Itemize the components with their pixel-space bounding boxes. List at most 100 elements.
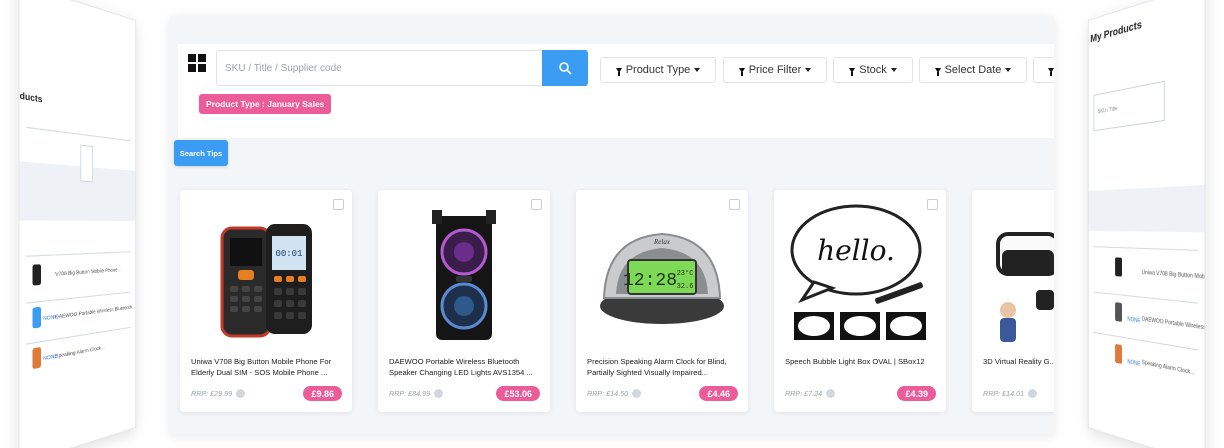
product-title[interactable]: 3D Virtual Reality G... Smartphone — [983, 356, 1054, 367]
rrp-text: RRP: £29.99 — [191, 389, 233, 398]
left-panel-band — [19, 161, 136, 221]
right-badge-2: NONE — [1127, 358, 1141, 368]
price-badge: £4.39 — [897, 386, 936, 401]
grid-cell — [198, 64, 206, 72]
right-panel-search: SKU / Title — [1093, 80, 1165, 132]
select-checkbox[interactable] — [729, 199, 740, 210]
product-card[interactable]: 00:01 Uniwa V708 Big Button Mobile Phone… — [180, 190, 352, 412]
product-card[interactable]: 3D Virtual Reality G... Smartphone RRP: … — [972, 190, 1054, 412]
select-checkbox[interactable] — [333, 199, 344, 210]
clock-time: 12:28 — [623, 271, 677, 291]
left-panel-title: ducts — [19, 90, 43, 105]
rrp-text: RRP: £14.01 — [983, 389, 1025, 398]
product-title[interactable]: Precision Speaking Alarm Clock for Blind… — [587, 356, 739, 378]
filter-bar: Product Type Price Filter Stock Select D… — [178, 44, 1054, 138]
rrp-price: RRP: £7.24 — [785, 389, 836, 398]
right-search-placeholder: SKU / Title — [1097, 105, 1118, 116]
grid-view-icon[interactable] — [188, 54, 206, 72]
grid-cell — [188, 54, 196, 62]
select-checkbox[interactable] — [531, 199, 542, 210]
rrp-price: RRP: £29.99 — [191, 389, 246, 398]
price-badge: £4.46 — [699, 386, 738, 401]
left-row-text-1: V708 Big Button Mobile Phone... — [55, 266, 121, 279]
right-thumb-3 — [1115, 343, 1123, 365]
right-panel-band — [1088, 184, 1205, 233]
more-filter-button[interactable] — [1033, 57, 1054, 83]
left-row-text-2: DAEWOO Portable Wireless Bluetooth... — [55, 304, 136, 321]
phone-screen-time: 00:01 — [275, 249, 302, 259]
caret-down-icon — [694, 68, 701, 72]
right-preview-panel: My Products SKU / Title Uniwa V708 Big B… — [1088, 0, 1206, 448]
filter-icon — [934, 67, 941, 76]
product-card[interactable]: Relax 12:28 23°C 32.6 Precision Speaking… — [576, 190, 748, 412]
right-divider-2 — [1093, 291, 1198, 304]
caret-down-icon — [1005, 68, 1012, 72]
speech-bubble-lightbox-image: hello. — [790, 204, 926, 340]
left-badge-1: NONE — [43, 313, 58, 323]
filter-icon — [849, 67, 856, 76]
clock-temperature: 23°C — [677, 269, 694, 278]
rrp-price: RRP: £14.50 — [587, 389, 642, 398]
right-thumb-2 — [1115, 302, 1123, 322]
select-date-filter-button[interactable]: Select Date — [919, 57, 1027, 83]
info-icon[interactable] — [236, 389, 246, 398]
filter-icon — [1048, 67, 1054, 76]
left-thumb-2 — [32, 306, 41, 329]
left-divider-3 — [26, 291, 131, 304]
alarm-clock-image: Relax 12:28 23°C 32.6 — [600, 232, 724, 324]
rrp-text: RRP: £14.50 — [587, 389, 629, 398]
rrp-text: RRP: £7.24 — [785, 389, 823, 398]
caret-down-icon — [805, 68, 812, 72]
right-row-text-2: DAEWOO Portable Wireless... — [1141, 316, 1206, 333]
left-row-text-3: Speaking Alarm Clock... — [55, 344, 105, 361]
caret-down-icon — [890, 68, 897, 72]
product-search-panel: Product Type Price Filter Stock Select D… — [170, 16, 1054, 434]
left-preview-panel: ducts V708 Big Button Mobile Phone... DA… — [18, 0, 137, 448]
product-card[interactable]: DAEWOO Portable Wireless Bluetooth Speak… — [378, 190, 550, 412]
right-row-text-3: Speaking Alarm Clock... — [1141, 359, 1195, 377]
info-icon[interactable] — [632, 389, 642, 398]
search-button[interactable] — [542, 50, 588, 86]
grid-cell — [188, 64, 196, 72]
product-type-label: Product Type — [625, 64, 691, 76]
product-title[interactable]: Uniwa V708 Big Button Mobile Phone For E… — [191, 356, 343, 378]
filter-icon — [738, 67, 745, 76]
filter-icon — [615, 67, 622, 76]
price-filter-label: Price Filter — [748, 64, 802, 76]
vr-headset-image — [996, 232, 1054, 342]
left-thumb-1 — [32, 264, 41, 286]
grid-cell — [198, 54, 206, 62]
stock-label: Stock — [859, 64, 887, 76]
clock-reading: 32.6 — [677, 283, 694, 291]
info-icon[interactable] — [434, 389, 444, 398]
rrp-price: RRP: £14.01 — [983, 389, 1038, 398]
clock-brand: Relax — [653, 238, 671, 246]
right-badge-1: NONE — [1127, 316, 1141, 325]
left-badge-2: NONE — [43, 353, 58, 363]
select-checkbox[interactable] — [927, 199, 938, 210]
info-icon[interactable] — [826, 389, 836, 398]
product-card[interactable]: hello. Speech Bubble Light Box OVAL | SB… — [774, 190, 946, 412]
select-date-label: Select Date — [944, 64, 1002, 76]
rrp-price: RRP: £84.99 — [389, 389, 444, 398]
price-badge: £9.86 — [303, 386, 342, 401]
search-input[interactable] — [216, 50, 542, 86]
right-thumb-1 — [1115, 257, 1123, 277]
stock-filter-button[interactable]: Stock — [833, 57, 913, 83]
right-row-text-1: Uniwa V708 Big Button Mobile... — [1141, 269, 1206, 282]
left-divider-4 — [26, 326, 131, 345]
search-tips-button[interactable]: Search Tips — [174, 140, 228, 166]
info-icon[interactable] — [1028, 389, 1038, 398]
left-panel-search — [80, 144, 94, 183]
bluetooth-speaker-image — [432, 210, 496, 340]
mobile-phone-image: 00:01 — [220, 224, 312, 338]
right-divider-3 — [1093, 331, 1198, 351]
price-filter-button[interactable]: Price Filter — [723, 57, 827, 83]
product-title[interactable]: Speech Bubble Light Box OVAL | SBox12 — [785, 356, 937, 367]
product-title[interactable]: DAEWOO Portable Wireless Bluetooth Speak… — [389, 356, 541, 378]
right-panel-title: My Products — [1090, 19, 1142, 46]
price-badge: £53.06 — [496, 386, 540, 401]
active-filter-tag[interactable]: Product Type : January Sales — [199, 94, 332, 114]
right-divider-1 — [1093, 246, 1198, 251]
product-type-filter-button[interactable]: Product Type — [600, 57, 716, 83]
